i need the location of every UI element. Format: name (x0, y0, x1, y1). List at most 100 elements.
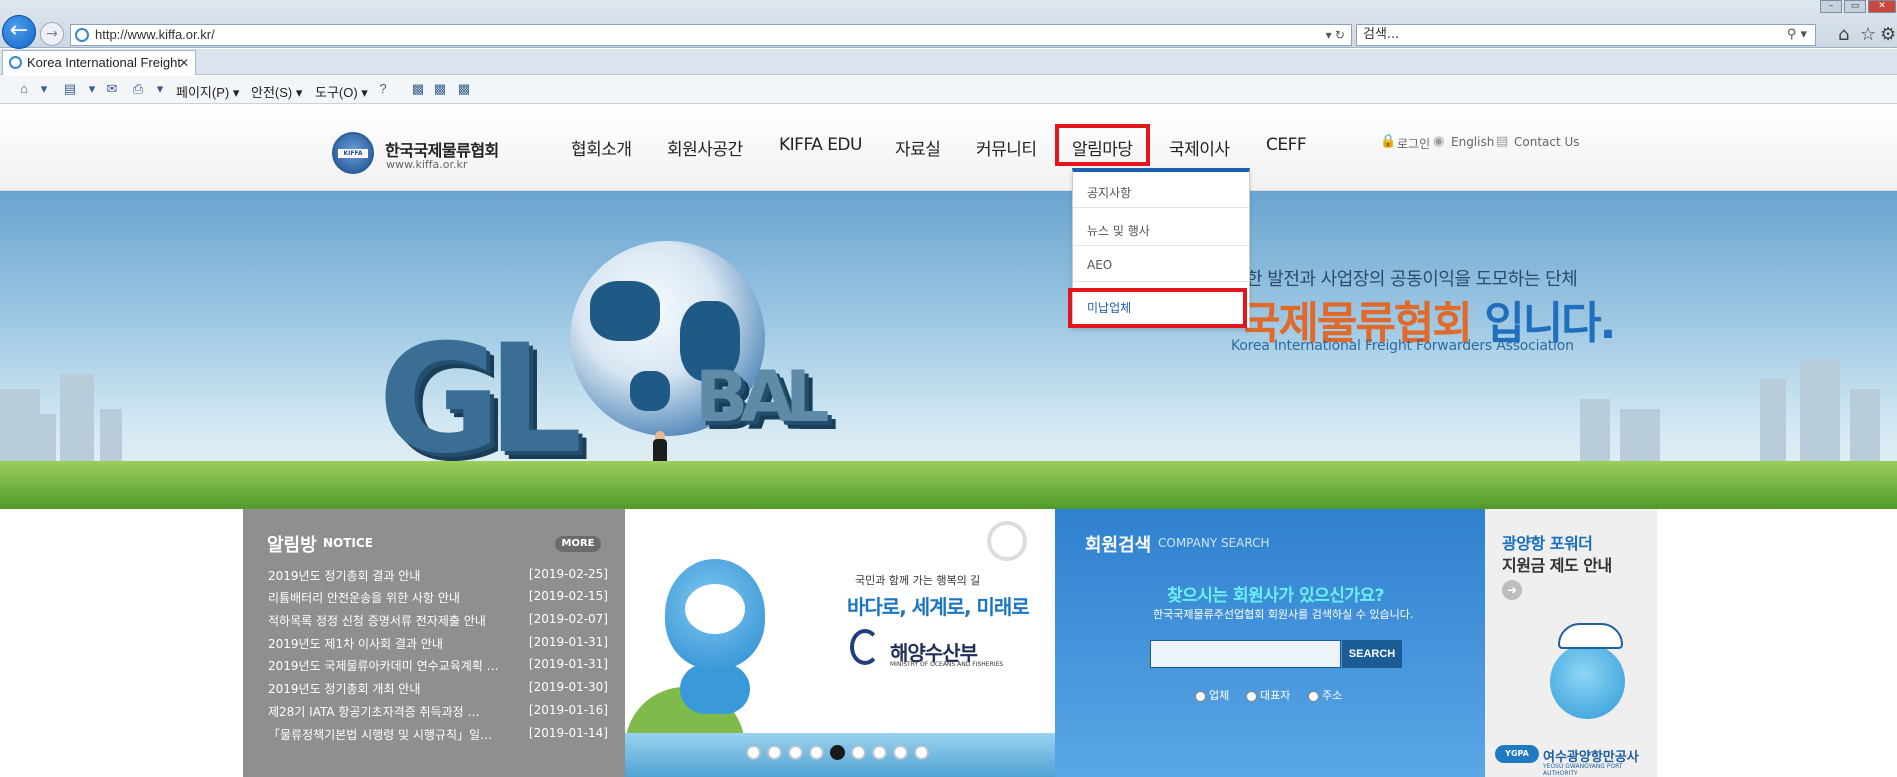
safety-menu[interactable]: 안전(S) ▾ (251, 82, 302, 101)
home-icon[interactable]: ⌂ (16, 81, 32, 97)
radio-circle (1308, 690, 1319, 702)
translate-icon[interactable]: ▩ (432, 81, 448, 97)
dropdown-arrow-icon[interactable]: ▾ (36, 81, 52, 97)
kiffa-logo-icon[interactable]: KIFFA (332, 132, 374, 174)
hero-banner: G L B A L 한 발전과 사업장의 공동이익을 도모하는 단체 국제물류협… (0, 191, 1897, 509)
notice-row-title: 2019년도 국제물류아카데미 연수교육계획 … (268, 659, 499, 673)
mail-icon[interactable]: ✉ (104, 81, 120, 97)
gear-icon[interactable]: ⚙ (1880, 24, 1896, 45)
port-mascot-image (1540, 619, 1640, 729)
radio-ceo[interactable]: 대표자 (1246, 687, 1290, 703)
notice-title: 알림방 (267, 535, 317, 556)
nav-ceff[interactable]: CEFF (1266, 135, 1307, 155)
lock-icon: 🔒 (1380, 134, 1397, 149)
command-bar: ⌂ ▾ ▤ ▾ ✉ ⎙ ▾ 페이지(P) ▾ 안전(S) ▾ 도구(O) ▾ ?… (0, 76, 1897, 104)
gwangyang-port-banner[interactable]: 광양항 포워더 지원금 제도 안내 ➜ YGPA 여수광양항만공사 YEOSU … (1485, 509, 1657, 777)
ministry-campaign-banner[interactable]: 국민과 함께 가는 행복의 길 바다로, 세계로, 미래로 해양수산부 MINI… (625, 509, 1055, 777)
radio-address[interactable]: 주소 (1308, 687, 1342, 703)
city-skyline (1760, 379, 1786, 469)
page-menu[interactable]: 페이지(P) ▾ (176, 82, 239, 101)
forward-button[interactable]: → (40, 22, 64, 46)
notice-row-date: [2019-01-31] (528, 657, 608, 671)
member-search-description: 한국국제물류주선업협회 회원사를 검색하실 수 있습니다. (1153, 608, 1414, 621)
tools-menu[interactable]: 도구(O) ▾ (315, 82, 368, 101)
nav-resources[interactable]: 자료실 (895, 135, 941, 160)
browser-tab[interactable]: Korea International Freight ... ✕ (2, 50, 196, 94)
search-placeholder: 검색... (1363, 27, 1400, 42)
carousel-dot[interactable] (830, 745, 845, 760)
radio-company[interactable]: 업체 (1195, 687, 1229, 703)
search-icon[interactable]: ⚲ ▾ (1787, 25, 1807, 45)
address-bar[interactable]: http://www.kiffa.or.kr/ ▾ ↻ (70, 24, 1352, 46)
campaign-slogan: 바다로, 세계로, 미래로 (847, 595, 1030, 619)
arrow-right-icon[interactable]: ➜ (1502, 580, 1522, 600)
submenu-news-events[interactable]: 뉴스 및 행사 (1087, 222, 1150, 239)
contact-link[interactable]: Contact Us (1514, 135, 1580, 149)
carousel-dot[interactable] (746, 745, 761, 760)
member-search-subtitle: COMPANY SEARCH (1158, 536, 1270, 550)
member-search-input[interactable] (1150, 640, 1341, 668)
nav-about[interactable]: 협회소개 (571, 135, 632, 160)
carousel-dot[interactable] (914, 745, 929, 760)
city-skyline (1620, 409, 1660, 469)
pdf-icon[interactable]: ▩ (456, 81, 472, 97)
nav-international-moving[interactable]: 국제이사 (1169, 135, 1230, 160)
print-icon[interactable]: ⎙ (130, 81, 146, 97)
browser-toolbar: ← → http://www.kiffa.or.kr/ ▾ ↻ 검색... ⚲ … (0, 0, 1897, 49)
tab-bar: Korea International Freight ... ✕ (0, 49, 1897, 94)
minimize-button[interactable]: – (1820, 0, 1842, 13)
research-icon[interactable]: ▩ (410, 81, 426, 97)
tab-close-icon[interactable]: ✕ (179, 51, 189, 75)
city-skyline (1850, 389, 1880, 469)
notice-row-date: [2019-02-15] (528, 589, 608, 603)
ie-page-icon (75, 28, 89, 42)
help-icon[interactable]: ? (375, 81, 391, 97)
notice-row-date: [2019-01-16] (528, 703, 608, 717)
dropdown-arrow-icon[interactable]: ▾ (84, 81, 100, 97)
sun-icon (987, 521, 1027, 561)
nav-kiffa-edu[interactable]: KIFFA EDU (779, 135, 862, 155)
city-skyline (1580, 399, 1610, 469)
member-search-button[interactable]: SEARCH (1342, 640, 1402, 668)
browser-search-input[interactable]: 검색... ⚲ ▾ (1356, 24, 1816, 46)
hero-english-name: Korea International Freight Forwarders A… (1231, 338, 1574, 354)
maximize-button[interactable]: ▭ (1844, 0, 1866, 13)
ministry-logo-icon (850, 629, 880, 665)
nav-community[interactable]: 커뮤니티 (976, 135, 1037, 160)
notice-row-date: [2019-01-14] (528, 726, 608, 740)
submenu-notices[interactable]: 공지사항 (1087, 184, 1131, 201)
ministry-mascot-image (655, 529, 775, 719)
gwangyang-subtitle: 지원금 제도 안내 (1502, 556, 1612, 575)
carousel-dot[interactable] (872, 745, 887, 760)
login-link[interactable]: 로그인 (1397, 135, 1430, 152)
nav-member-space[interactable]: 회원사공간 (667, 135, 743, 160)
back-button[interactable]: ← (2, 15, 36, 49)
submenu-divider (1073, 207, 1249, 208)
site-header: KIFFA 한국국제물류협회 www.kiffa.or.kr 협회소개 회원사공… (0, 105, 1897, 191)
notice-row-title: 적하목록 정정 신청 증명서류 전자제출 안내 (268, 614, 486, 628)
carousel-dot[interactable] (809, 745, 824, 760)
carousel-dot[interactable] (851, 745, 866, 760)
refresh-icon[interactable]: ▾ ↻ (1326, 25, 1345, 45)
notice-row-date: [2019-01-30] (528, 680, 608, 694)
home-icon[interactable]: ⌂ (1838, 24, 1849, 45)
favorites-star-icon[interactable]: ☆ (1860, 24, 1876, 45)
city-skyline (60, 374, 94, 469)
english-link[interactable]: English (1451, 135, 1494, 149)
gwangyang-title: 광양항 포워더 (1502, 534, 1593, 553)
submenu-aeo[interactable]: AEO (1087, 258, 1112, 272)
carousel-dot[interactable] (893, 745, 908, 760)
rss-feed-icon[interactable]: ▤ (62, 81, 78, 97)
notice-subtitle: NOTICE (323, 536, 373, 550)
member-search-title: 회원검색 (1085, 535, 1152, 556)
notice-row-title: 2019년도 제1차 이사회 결과 안내 (268, 637, 443, 651)
ministry-name-en: MINISTRY OF OCEANS AND FISHERIES (890, 661, 1004, 668)
carousel-dot[interactable] (767, 745, 782, 760)
dropdown-arrow-icon[interactable]: ▾ (152, 81, 168, 97)
more-button[interactable]: MORE (555, 536, 601, 552)
carousel-dot[interactable] (788, 745, 803, 760)
submenu-highlight-box (1068, 288, 1247, 328)
close-window-button[interactable]: ✕ (1868, 0, 1896, 13)
notice-row-title: 제28기 IATA 항공기초자격증 취득과정 … (268, 705, 480, 719)
nav-highlight-box (1055, 124, 1150, 166)
